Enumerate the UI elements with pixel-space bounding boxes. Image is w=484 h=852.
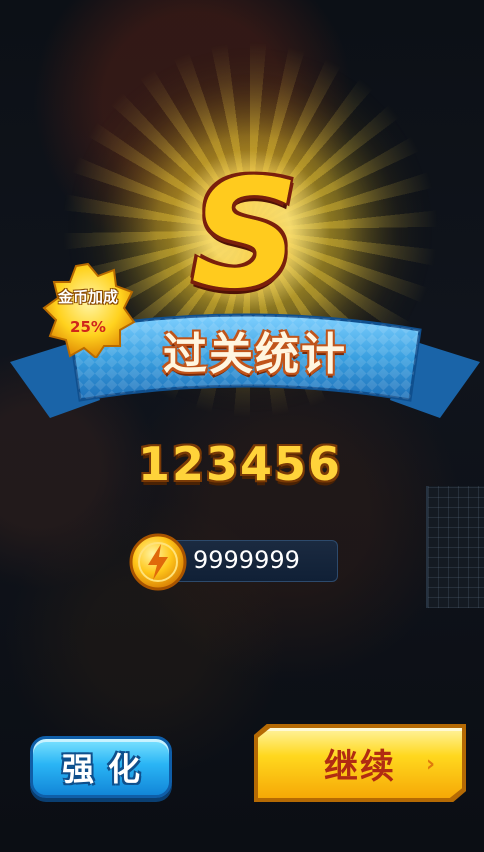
strengthen-button[interactable]: 强化 [30, 736, 172, 798]
coin-icon [129, 533, 187, 591]
chevron-right-icon: › [426, 752, 436, 777]
rank-letter: S [190, 148, 300, 322]
background-grid-panel [426, 486, 484, 608]
coin-bonus-label: 金币加成 [57, 288, 118, 306]
stats-title: 过关统计 [163, 329, 347, 380]
score-value: 123456 [137, 437, 343, 491]
coin-bonus-percent: 25% [70, 318, 106, 336]
star-badge-icon [42, 262, 136, 358]
coin-value: 9999999 [193, 546, 300, 574]
